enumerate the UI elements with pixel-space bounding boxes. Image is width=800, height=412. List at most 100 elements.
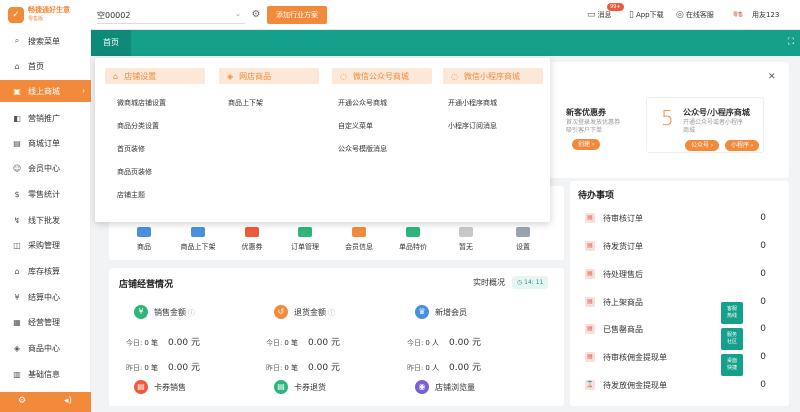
sidebar-item-inventory[interactable]: ⌂ 库存核算: [0, 260, 91, 282]
promo-desc: 首次登录发放优惠券: [566, 119, 621, 126]
desktop-shortcut-button[interactable]: 桌面 快捷: [721, 354, 743, 376]
promo-step-number: 5: [661, 106, 674, 130]
help-icon[interactable]: ⓘ: [188, 309, 195, 317]
search-icon: ⌕: [14, 36, 20, 45]
quick-entry-label: 暂无: [459, 243, 473, 251]
todo-title: 待办事项: [578, 191, 615, 201]
sidebar-item-label: 结算中心: [28, 292, 60, 302]
fullscreen-icon[interactable]: ⛶: [788, 37, 794, 47]
crown-icon: ♛: [415, 305, 429, 319]
submenu-head-wechat-official: ◌ 微信公众号商城: [332, 68, 432, 84]
placeholder-icon: [459, 227, 473, 237]
quick-entry-coupon[interactable]: 优惠券: [232, 227, 272, 252]
sidebar-item-online-mall[interactable]: ▣ 线上商城 ›: [0, 80, 91, 102]
mini-program-button[interactable]: 小程序 ›: [725, 140, 760, 151]
user-name[interactable]: 用友123: [752, 10, 779, 20]
coupon-icon: [245, 227, 259, 237]
realtime-overview-link[interactable]: 实时概况: [473, 277, 505, 288]
logo-title: 畅捷通好生意: [28, 6, 70, 14]
quick-entry-goods-listing[interactable]: 商品上下架: [178, 227, 218, 252]
stats-icon: $: [14, 189, 20, 199]
settings-icon[interactable]: ⚙: [18, 396, 26, 406]
submenu-head-online-goods: ◈ 网店商品: [219, 68, 319, 84]
submenu-item[interactable]: 公众号模版消息: [338, 144, 387, 154]
online-service-button[interactable]: ◎ 在线客服: [676, 10, 714, 20]
sound-icon[interactable]: ◂): [64, 396, 72, 406]
service-community-button[interactable]: 服务 社区: [721, 328, 743, 350]
quick-entry-empty[interactable]: 暂无: [446, 227, 486, 252]
hourglass-icon: ⌛: [585, 380, 595, 390]
sidebar-item-label: 采购管理: [28, 240, 60, 250]
quick-entry-goods[interactable]: 商品: [124, 227, 164, 252]
submenu-item[interactable]: 微商城店铺设置: [117, 98, 166, 108]
add-industry-plan-button[interactable]: 添加行业方案: [267, 6, 327, 24]
submenu-item[interactable]: 首页装修: [117, 144, 145, 154]
quick-entry-settings[interactable]: 设置: [503, 227, 543, 252]
sidebar-item-settlement[interactable]: ¥ 结算中心: [0, 286, 91, 308]
quick-entry-special-price[interactable]: 单品特价: [393, 227, 433, 252]
gear-icon[interactable]: ⚙: [250, 9, 262, 21]
sidebar-item-wholesale[interactable]: ↯ 线下批发: [0, 209, 91, 231]
submenu-item[interactable]: 开通公众号商城: [338, 98, 387, 108]
sidebar-item-search[interactable]: ⌕ 搜索菜单: [0, 30, 91, 52]
promo-desc: 开通公众号或者小程序: [683, 119, 744, 126]
quick-entry-label: 商品上下架: [180, 243, 216, 251]
sidebar-item-label: 经营管理: [28, 317, 60, 327]
todo-pending-review-orders[interactable]: ▤ 待审核订单 0: [585, 208, 770, 228]
todo-pending-shipment[interactable]: ▤ 待发货订单 0: [585, 236, 770, 256]
tab-home[interactable]: 首页: [91, 30, 131, 56]
help-icon[interactable]: ⓘ: [328, 309, 335, 317]
submenu-head-wechat-mini: ◌ 微信小程序商城: [443, 68, 543, 84]
sidebar-item-label: 零售统计: [28, 189, 60, 199]
submenu-item[interactable]: 自定义菜单: [338, 121, 373, 131]
phone-icon: ▯: [629, 10, 634, 20]
message-button[interactable]: ▭ 消息: [587, 10, 612, 20]
official-account-button[interactable]: 公众号 ›: [685, 140, 720, 151]
sidebar-item-basic-info[interactable]: ▥ 基础信息: [0, 363, 91, 385]
sidebar: ⌕ 搜索菜单 ⌂ 首页 ▣ 线上商城 › ◧ 营销推广 ▤ 商城订单 ☺ 会员中心 $ 零售统计…: [0, 30, 91, 412]
sidebar-item-label: 基础信息: [28, 369, 60, 379]
promo-title: 公众号/小程序商城: [683, 108, 750, 117]
sidebar-item-member-center[interactable]: ☺ 会员中心: [0, 157, 91, 179]
promo-desc: 吸引客户下单: [566, 127, 603, 134]
submenu-item[interactable]: 小程序订阅消息: [448, 121, 497, 131]
logo-subtitle: 零售版: [28, 16, 44, 22]
customer-hotline-button[interactable]: 客服 热线: [721, 302, 743, 324]
sidebar-item-purchase[interactable]: ◫ 采购管理: [0, 234, 91, 256]
sidebar-item-label: 商城订单: [28, 138, 60, 148]
quick-entry-member-info[interactable]: 会员信息: [339, 227, 379, 252]
app-download-button[interactable]: ▯ App下载: [629, 10, 664, 20]
submenu-item[interactable]: 商品上下架: [228, 98, 263, 108]
sidebar-item-home[interactable]: ⌂ 首页: [0, 55, 91, 77]
card-sales-label: 卡券销售: [154, 383, 186, 392]
app-logo[interactable]: ✓ 畅捷通好生意 零售版: [0, 0, 91, 30]
sales-icon: ¥: [134, 305, 148, 319]
listing-icon: [191, 227, 205, 237]
shop-icon: ⌂: [113, 71, 119, 81]
goods-icon: ◈: [227, 71, 234, 81]
todo-commission-payout[interactable]: ⌛ 待发放佣金提现单 0: [585, 375, 770, 395]
goods-icon: [137, 227, 151, 237]
sidebar-item-label: 线下批发: [28, 215, 60, 225]
sidebar-item-retail-stats[interactable]: $ 零售统计: [0, 183, 91, 205]
app-download-label: App下载: [635, 11, 664, 19]
quick-entry-orders[interactable]: 订单管理: [285, 227, 325, 252]
home-icon: ⌂: [14, 61, 20, 71]
sidebar-item-marketing[interactable]: ◧ 营销推广: [0, 107, 91, 129]
todo-after-sales[interactable]: ▤ 待处理售后 0: [585, 264, 770, 284]
sidebar-item-mall-orders[interactable]: ▤ 商城订单: [0, 132, 91, 154]
submenu-item[interactable]: 店铺主题: [117, 190, 145, 200]
sidebar-item-goods-center[interactable]: ◈ 商品中心: [0, 337, 91, 359]
avatar[interactable]: 零售: [730, 7, 746, 23]
close-icon[interactable]: ✕: [768, 72, 776, 82]
settings-icon: [516, 227, 530, 237]
store-ops-title: 店铺经营情况: [119, 280, 174, 290]
create-coupon-button[interactable]: 创建 ›: [572, 139, 601, 150]
refund-icon: ↺: [274, 305, 288, 319]
submenu-item[interactable]: 商品页装修: [117, 167, 152, 177]
submenu-item[interactable]: 开通小程序商城: [448, 98, 497, 108]
management-icon: ▦: [13, 317, 21, 327]
sidebar-item-management[interactable]: ▦ 经营管理: [0, 311, 91, 333]
submenu-item[interactable]: 商品分类设置: [117, 121, 159, 131]
store-select[interactable]: 空00002 ⌄: [97, 7, 245, 24]
